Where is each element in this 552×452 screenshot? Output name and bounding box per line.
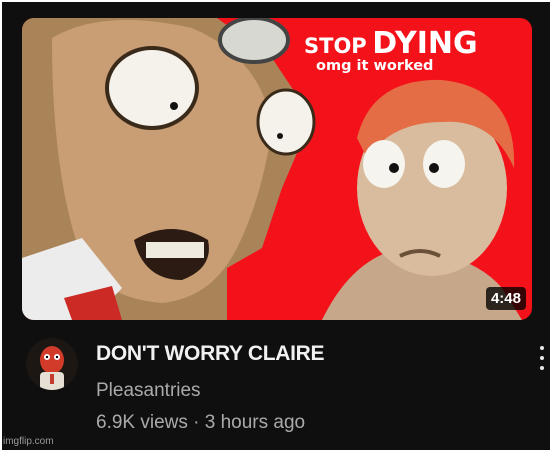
stats-separator: · [193, 412, 200, 433]
upload-time: 3 hours ago [204, 412, 306, 433]
channel-name[interactable]: Pleasantries [96, 380, 324, 402]
channel-avatar[interactable] [26, 338, 78, 390]
video-title[interactable]: DON'T WORRY CLAIRE [96, 342, 325, 366]
thumbnail-subline: omg it worked [316, 58, 434, 74]
avatar-character-icon [26, 338, 78, 390]
thumbnail-headline-main: DYING [372, 26, 478, 61]
video-thumbnail[interactable]: STOP DYING omg it worked 4:48 [22, 18, 532, 320]
video-stats: 6.9K views · 3 hours ago [96, 412, 324, 434]
thumbnail-artwork [22, 18, 522, 320]
imgflip-watermark: imgflip.com [3, 436, 54, 447]
view-count: 6.9K views [96, 412, 188, 433]
thumbnail-headline-prefix: STOP [304, 34, 367, 58]
more-vert-icon[interactable] [538, 346, 546, 372]
video-meta: DON'T WORRY CLAIRE Pleasantries 6.9K vie… [96, 342, 325, 434]
thumbnail-headline: STOP DYING [304, 26, 478, 61]
video-card: STOP DYING omg it worked 4:48 DON'T WORR… [2, 2, 550, 450]
duration-badge: 4:48 [485, 287, 526, 310]
